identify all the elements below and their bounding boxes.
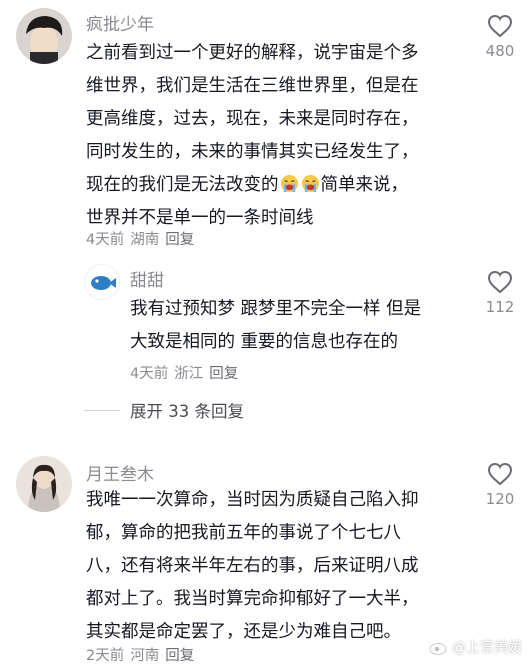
comment-time: 2天前 (86, 648, 125, 664)
username[interactable]: 甜甜 (130, 266, 164, 291)
heart-outline-icon (487, 462, 513, 486)
username[interactable]: 月王叁木 (86, 460, 154, 485)
reply-button[interactable]: 回复 (165, 232, 194, 248)
avatar[interactable] (84, 264, 120, 300)
comment-time: 4天前 (130, 366, 169, 382)
comment-location: 河南 (130, 648, 160, 664)
divider (84, 409, 120, 411)
reply-button[interactable]: 回复 (165, 648, 194, 664)
comment-meta: 4天前 湖南 回复 (86, 228, 200, 249)
comment-line: 同时发生的，未来的事情其实已经发生了， (86, 142, 419, 162)
comment-line: 都对上了。我当时算完命抑郁好了一大半， (86, 589, 419, 609)
comment-line-part: 现在的我们是无法改变的 (86, 175, 279, 195)
like-count: 480 (485, 42, 515, 60)
reply-button[interactable]: 回复 (209, 366, 238, 382)
watermark: @上官美媛 (429, 637, 522, 657)
comment-text: 我唯一一次算命，当时因为质疑自己陷入抑 郁，算命的把我前五年的事说了个七七八 八… (86, 484, 419, 649)
like-button[interactable]: 112 (480, 270, 520, 316)
crying-face-emoji-icon (280, 174, 298, 193)
like-button[interactable]: 480 (480, 14, 520, 60)
comment-line: 更高维度，过去，现在，未来是同时存在， (86, 109, 419, 129)
heart-outline-icon (487, 14, 513, 38)
comment-text: 之前看到过一个更好的解释，说宇宙是个多 维世界，我们是生活在三维世界里，但是在 … (86, 37, 419, 235)
like-button[interactable]: 120 (480, 462, 520, 508)
heart-outline-icon (487, 270, 513, 294)
like-count: 120 (485, 490, 515, 508)
comment-text: 我有过预知梦 跟梦里不完全一样 但是 大致是相同的 重要的信息也存在的 (130, 293, 421, 359)
comment-location: 湖南 (130, 232, 160, 248)
comment-line: 之前看到过一个更好的解释，说宇宙是个多 (86, 43, 419, 63)
username[interactable]: 疯批少年 (86, 10, 154, 35)
avatar[interactable] (16, 456, 72, 512)
comment-line: 我有过预知梦 跟梦里不完全一样 但是 (130, 299, 422, 319)
comment-line-with-emoji: 现在的我们是无法改变的 简单来说， (86, 169, 419, 202)
like-count: 112 (485, 298, 515, 316)
comment-line-part: 简单来说， (320, 175, 409, 195)
weibo-logo-icon (429, 640, 448, 655)
comment-meta: 2天前 河南 回复 (86, 644, 200, 665)
comment-line: 我唯一一次算命，当时因为质疑自己陷入抑 (86, 490, 419, 510)
expand-replies-button[interactable]: 展开 33 条回复 (84, 398, 244, 422)
comment-line: 维世界，我们是生活在三维世界里，但是在 (86, 76, 419, 96)
comment-line: 郁，算命的把我前五年的事说了个七七八 (86, 523, 401, 543)
comment-location: 浙江 (174, 366, 204, 382)
expand-replies-label: 展开 33 条回复 (130, 402, 244, 421)
comment-time: 4天前 (86, 232, 125, 248)
comment-line: 八，还有将来半年左右的事，后来证明八成 (86, 556, 419, 576)
comment-line: 大致是相同的 重要的信息也存在的 (130, 332, 399, 352)
avatar[interactable] (16, 8, 72, 64)
watermark-text: @上官美媛 (452, 640, 522, 656)
crying-face-emoji-icon (301, 174, 319, 193)
comment-meta: 4天前 浙江 回复 (130, 362, 244, 383)
